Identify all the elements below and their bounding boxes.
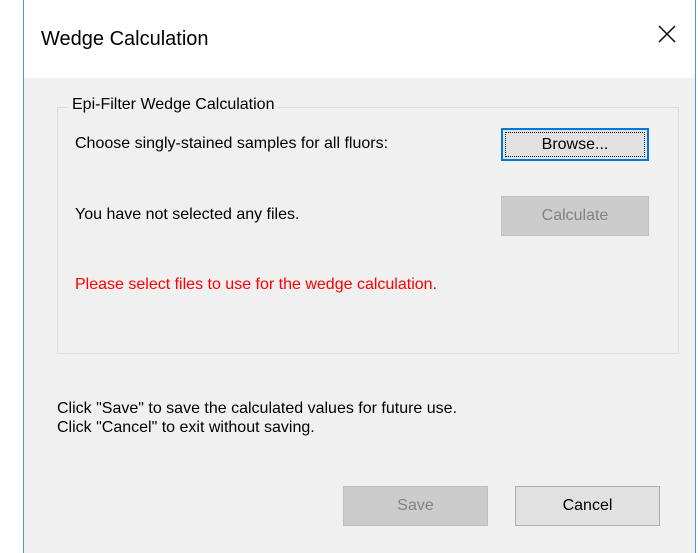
close-icon	[658, 25, 676, 43]
instructions-line-1: Click "Save" to save the calculated valu…	[57, 400, 458, 417]
browse-button[interactable]: Browse...	[501, 128, 649, 161]
calculate-button-label: Calculate	[541, 207, 609, 224]
close-button[interactable]	[637, 14, 695, 56]
selection-status-label: You have not selected any files.	[75, 206, 300, 223]
window-title: Wedge Calculation	[41, 28, 209, 50]
save-button[interactable]: Save	[343, 486, 488, 526]
save-button-label: Save	[397, 497, 434, 514]
wedge-calculation-dialog: Wedge Calculation Epi-Filter Wedge Calcu…	[23, 0, 696, 553]
instructions-line-2: Click "Cancel" to exit without saving.	[57, 419, 315, 436]
groupbox-legend: Epi-Filter Wedge Calculation	[68, 96, 279, 114]
choose-samples-label: Choose singly-stained samples for all fl…	[75, 135, 389, 152]
error-message: Please select files to use for the wedge…	[75, 276, 437, 293]
cancel-button-label: Cancel	[562, 497, 613, 514]
calculate-button[interactable]: Calculate	[501, 196, 649, 236]
browse-button-label: Browse...	[541, 135, 609, 153]
cancel-button[interactable]: Cancel	[515, 486, 660, 526]
title-bar: Wedge Calculation	[24, 0, 695, 78]
